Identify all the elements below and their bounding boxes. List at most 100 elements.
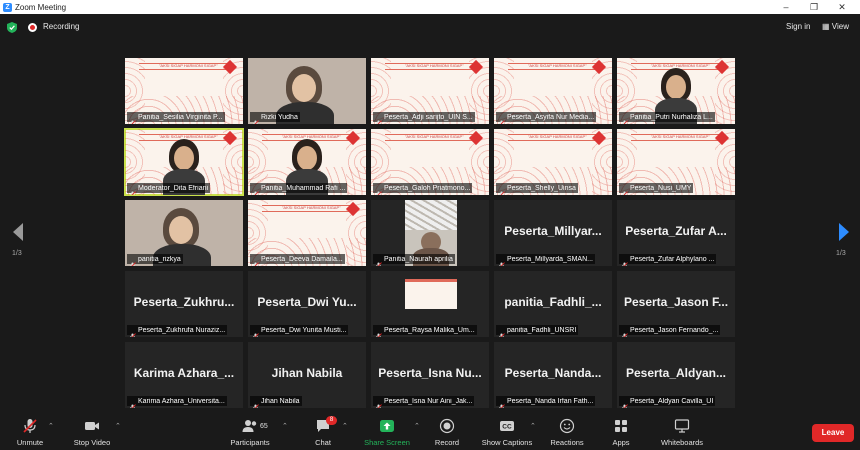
muted-microphone-icon (375, 327, 382, 337)
participant-tile[interactable]: Peserta_Millyar... Peserta_Millyarda_SMAN… (494, 200, 612, 266)
participant-name-label: Peserta_Zukhrufa Nuraziz... (127, 325, 228, 337)
muted-microphone-icon (621, 256, 628, 266)
zoom-logo-icon: Z (3, 2, 12, 12)
whiteboard-icon (674, 419, 690, 433)
participant-tile[interactable]: panitia_Fadhli_... panitia_Fadhli_UNSRI (494, 271, 612, 337)
participant-name-label: Peserta_Nusi_UMY (619, 183, 694, 195)
show-captions-button[interactable]: CC Show Captions (476, 418, 538, 447)
participant-name-label: Peserta_Zufar Alphylano ... (619, 254, 717, 266)
reactions-button[interactable]: Reactions (546, 418, 588, 447)
captions-chevron-icon[interactable]: ⌃ (530, 422, 536, 430)
muted-microphone-icon (621, 398, 628, 408)
participant-name: Peserta_Raysa Malika_Um... (384, 326, 475, 334)
participant-name: Peserta_Millyarda_SMAN... (507, 255, 593, 263)
muted-microphone-icon (621, 327, 628, 337)
participant-tile[interactable]: "AKSI SIGAP HARMONI SIGAP" Panitia_Putri … (617, 58, 735, 124)
participant-name-label: Peserta_Jason Fernando_... (619, 325, 721, 337)
participant-tile[interactable]: Peserta_Jason F... Peserta_Jason Fernando… (617, 271, 735, 337)
muted-microphone-icon (375, 185, 382, 195)
smiley-reaction-icon (559, 418, 575, 434)
participant-display-name: Peserta_Jason F... (623, 295, 729, 309)
participant-tile[interactable]: "AKSI SIGAP HARMONI SIGAP" Peserta_Asyifa… (494, 58, 612, 124)
video-options-chevron-icon[interactable]: ⌃ (115, 422, 121, 430)
recording-status[interactable]: Recording (43, 22, 79, 31)
participant-tile[interactable]: Karima Azhara_... Karima Azhara_Universit… (125, 342, 243, 408)
participant-tile[interactable]: Rizki Yudha (248, 58, 366, 124)
slide-banner-text: "AKSI SIGAP HARMONI SIGAP" (528, 134, 587, 139)
show-captions-label: Show Captions (481, 438, 533, 447)
participant-tile[interactable]: Peserta_Zufar A... Peserta_Zufar Alphylan… (617, 200, 735, 266)
participant-name: Peserta_Nusi_UMY (630, 184, 692, 192)
view-button[interactable]: ▦ View (822, 22, 849, 31)
muted-microphone-icon (252, 114, 259, 124)
next-page-icon[interactable] (838, 222, 850, 242)
sign-in-link[interactable]: Sign in (786, 22, 810, 31)
participant-tile[interactable]: Peserta_Aldyan... Peserta_Aldyan Cavilla_… (617, 342, 735, 408)
record-button[interactable]: Record (430, 418, 464, 447)
participant-tile[interactable]: Panitia_Naurah aprilia (371, 200, 489, 266)
shield-icon[interactable] (7, 22, 17, 33)
muted-microphone-icon (129, 398, 136, 408)
previous-page-icon[interactable] (12, 222, 24, 242)
leave-button[interactable]: Leave (812, 424, 854, 442)
participant-tile[interactable]: "AKSI SIGAP HARMONI SIGAP" Peserta_Deeva … (248, 200, 366, 266)
participant-tile[interactable]: Peserta_Dwi Yu... Peserta_Dwi Yunita Must… (248, 271, 366, 337)
participant-name-label: Peserta_Isna Nur Aini_Jak... (373, 396, 475, 408)
muted-microphone-icon (129, 327, 136, 337)
participant-display-name: Peserta_Dwi Yu... (257, 295, 357, 309)
participant-tile[interactable]: "AKSI SIGAP HARMONI SIGAP" Panitia_Muhamm… (248, 129, 366, 195)
participant-name: Panitia_Naurah aprilia (384, 255, 453, 263)
participant-name-label: Peserta_Millyarda_SMAN... (496, 254, 595, 266)
share-screen-chevron-icon[interactable]: ⌃ (414, 422, 420, 430)
muted-microphone-icon (375, 256, 382, 266)
close-icon[interactable]: ✕ (828, 0, 856, 14)
previous-page-indicator: 1/3 (12, 250, 22, 257)
participant-tile[interactable]: Jihan Nabila Jihan Nabila (248, 342, 366, 408)
slide-banner-text: "AKSI SIGAP HARMONI SIGAP" (651, 134, 710, 139)
apps-label: Apps (612, 438, 630, 447)
participant-name-label: Peserta_Deeva Damaila... (250, 254, 345, 266)
participants-chevron-icon[interactable]: ⌃ (282, 422, 288, 430)
participant-tile[interactable]: Peserta_Raysa Malika_Um... (371, 271, 489, 337)
participant-tile[interactable]: panitia_rizkya (125, 200, 243, 266)
meeting-topbar: Recording Sign in ▦ View (0, 14, 860, 42)
reactions-label: Reactions (550, 438, 584, 447)
participant-name: Moderator_Dita Efriani (138, 184, 209, 192)
window-title: Zoom Meeting (15, 2, 67, 12)
participant-display-name: panitia_Fadhli_... (504, 295, 602, 309)
whiteboards-button[interactable]: Whiteboards (654, 418, 710, 447)
share-screen-button[interactable]: Share Screen (360, 418, 414, 447)
audio-options-chevron-icon[interactable]: ⌃ (48, 422, 54, 430)
participant-name: Peserta_Deeva Damaila... (261, 255, 343, 263)
participant-tile[interactable]: Peserta_Nanda... Peserta_Nanda Irfan Fath… (494, 342, 612, 408)
slide-banner-text: "AKSI SIGAP HARMONI SIGAP" (405, 134, 464, 139)
participant-name: panitia_Fadhli_UNSRI (507, 326, 577, 334)
participant-name: Jihan Nabila (261, 397, 300, 405)
minimize-icon[interactable]: – (772, 0, 800, 14)
participant-tile[interactable]: Peserta_Zukhru... Peserta_Zukhrufa Nurazi… (125, 271, 243, 337)
participant-name: Panitia_Muhammad Rafi ... (261, 184, 346, 192)
participant-tile[interactable]: "AKSI SIGAP HARMONI SIGAP" Peserta_Shelly… (494, 129, 612, 195)
participant-display-name: Peserta_Zukhru... (133, 295, 235, 309)
muted-microphone-icon (252, 185, 259, 195)
participant-tile[interactable]: "AKSI SIGAP HARMONI SIGAP" Peserta_Galoh … (371, 129, 489, 195)
recording-icon (28, 23, 37, 32)
participant-tile[interactable]: "AKSI SIGAP HARMONI SIGAP" Moderator_Dita… (124, 128, 244, 196)
participant-tile[interactable]: "AKSI SIGAP HARMONI SIGAP" Panitia_Sesili… (125, 58, 243, 124)
participant-name-label: Peserta_Asyifa Nur Media... (496, 112, 597, 124)
participant-tile[interactable]: "AKSI SIGAP HARMONI SIGAP" Peserta_Adji s… (371, 58, 489, 124)
apps-button[interactable]: Apps (604, 418, 638, 447)
slide-banner-text: "AKSI SIGAP HARMONI SIGAP" (528, 63, 587, 68)
participant-tile[interactable]: Peserta_Isna Nu... Peserta_Isna Nur Aini_… (371, 342, 489, 408)
slide-banner-text: "AKSI SIGAP HARMONI SIGAP" (159, 63, 218, 68)
restore-icon[interactable]: ❐ (800, 0, 828, 14)
stop-video-button[interactable]: Stop Video (70, 418, 114, 447)
muted-microphone-icon (375, 398, 382, 408)
participant-name-label: Jihan Nabila (250, 396, 302, 408)
chat-chevron-icon[interactable]: ⌃ (342, 422, 348, 430)
unmute-button[interactable]: Unmute (12, 418, 48, 447)
next-page-indicator: 1/3 (836, 250, 846, 257)
participant-name: Peserta_Aldyan Cavilla_UI (630, 397, 714, 405)
participant-tile[interactable]: "AKSI SIGAP HARMONI SIGAP" Peserta_Nusi_U… (617, 129, 735, 195)
participants-button[interactable]: Participants (224, 418, 276, 447)
